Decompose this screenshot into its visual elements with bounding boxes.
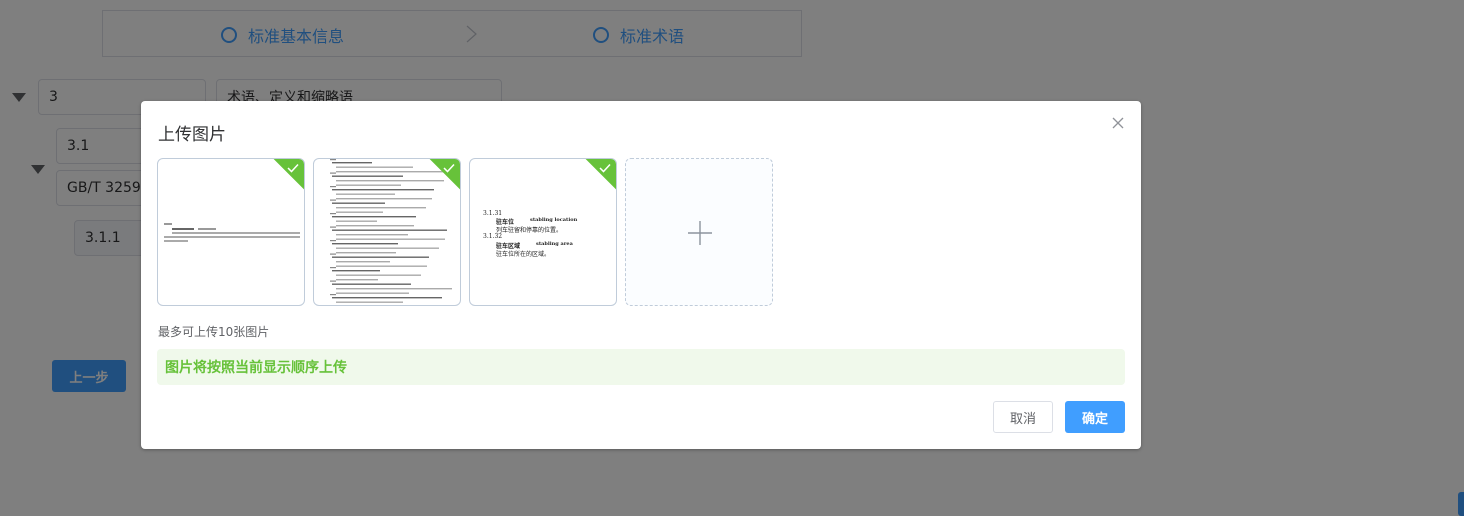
check-icon (599, 163, 611, 173)
confirm-button[interactable]: 确定 (1065, 401, 1125, 433)
cancel-button[interactable]: 取消 (993, 401, 1053, 433)
uploaded-image-2[interactable] (313, 158, 461, 306)
check-icon (287, 163, 299, 173)
term-number: 3.1.31 (483, 210, 503, 217)
dialog-title: 上传图片 (158, 125, 226, 145)
uploaded-image-3[interactable]: 3.1.31 驻车位 stabling location 列车驻留和停靠的位置。… (469, 158, 617, 306)
term-definition: 驻车位所在的区域。 (496, 251, 551, 258)
term-number: 3.1.32 (483, 233, 503, 240)
add-image-button[interactable] (625, 158, 773, 306)
term-english: stabling area (536, 241, 573, 247)
close-icon[interactable] (1111, 116, 1125, 130)
plus-icon (688, 221, 712, 245)
document-thumbnail (164, 223, 300, 242)
term-definition: 列车驻留和停靠的位置。 (496, 227, 563, 234)
upload-order-notice: 图片将按照当前显示顺序上传 (157, 349, 1125, 385)
check-icon (443, 163, 455, 173)
document-thumbnail (330, 159, 452, 303)
term-english: stabling location (530, 217, 578, 223)
upload-limit-tip: 最多可上传10张图片 (158, 325, 270, 339)
upload-image-dialog: 上传图片 3.1.31 驻车位 stabling location 列车驻留和停 (141, 101, 1141, 449)
uploaded-image-1[interactable] (157, 158, 305, 306)
